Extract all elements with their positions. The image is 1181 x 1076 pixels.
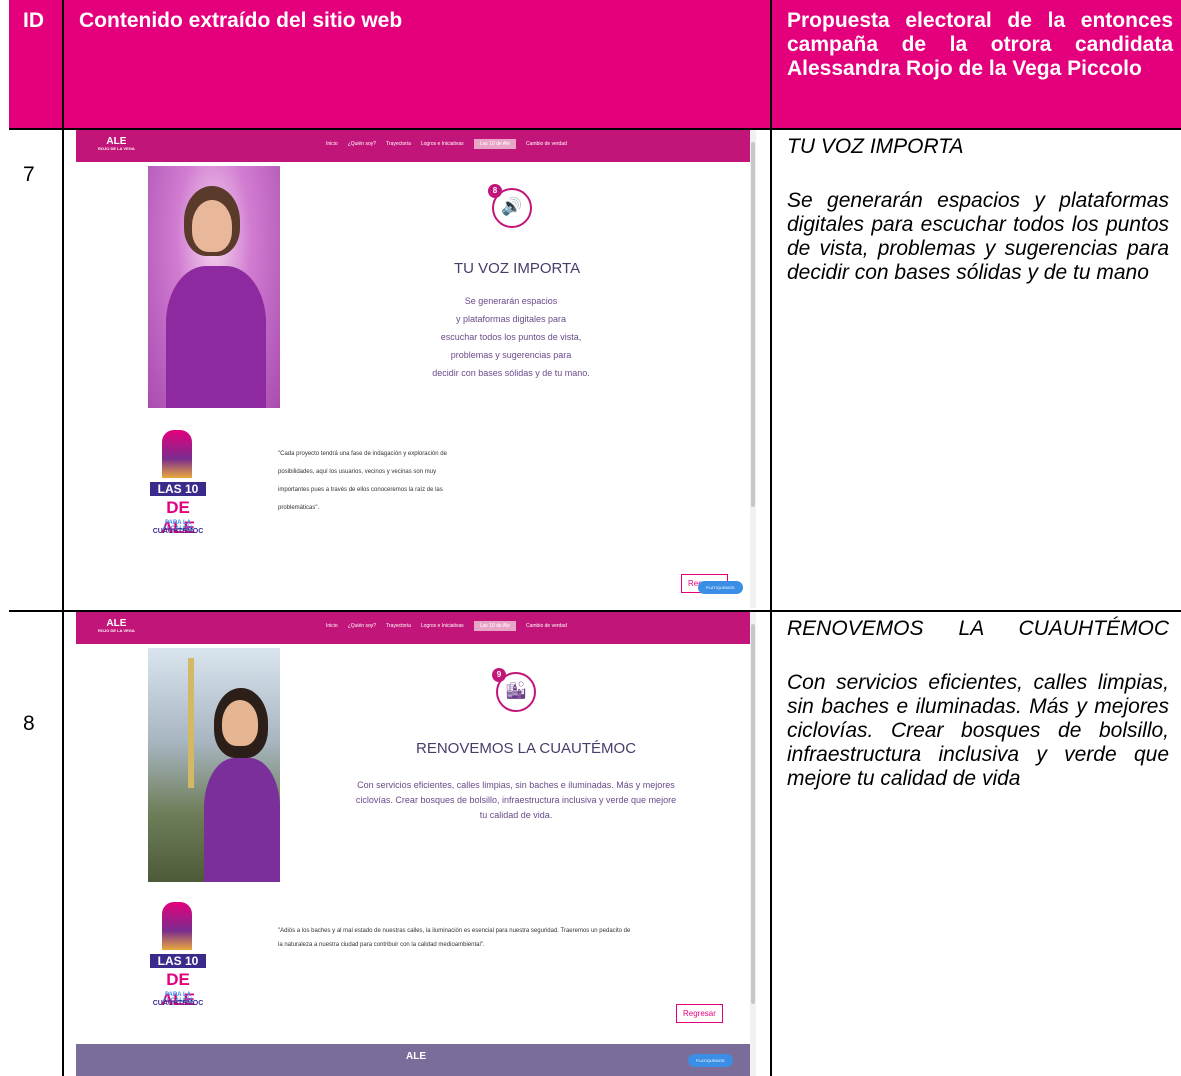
header-id: ID (9, 0, 62, 128)
proposal-badge: 9 🏙 (492, 668, 536, 712)
nav-item: Logros e Iniciativas (420, 623, 464, 629)
screenshot-body: Con servicios eficientes, calles limpias… (355, 780, 677, 820)
screenshot-title: TU VOZ IMPORTA (454, 260, 581, 277)
chat-button[interactable]: PLATIQUEMOS (688, 1054, 733, 1067)
candidate-photo (148, 648, 280, 882)
grid-line (770, 0, 772, 1076)
header-proposal: Propuesta electoral de la entonces campa… (772, 0, 1181, 128)
header-content: Contenido extraído del sitio web (64, 0, 770, 128)
nav-item: Inicio (326, 623, 338, 629)
scrollbar[interactable] (750, 130, 756, 608)
proposals-table: ID Contenido extraído del sitio web Prop… (9, 0, 1181, 1076)
screenshot-body: Se generarán espacios y plataformas digi… (432, 296, 590, 378)
nav-item-active: Las 10 de Ale (473, 139, 516, 149)
scrollbar[interactable] (750, 612, 756, 1076)
nav-item: Cambio de verdad (526, 141, 567, 147)
badge-number: 9 (492, 668, 506, 682)
grid-line (62, 0, 64, 1076)
nav-item: Trayectoria (386, 623, 411, 629)
proposal-text: Se generarán espacios y plataformas digi… (787, 189, 1169, 284)
nav-item: Cambio de verdad (526, 623, 567, 629)
back-button[interactable]: Regresar (676, 1004, 723, 1023)
screenshot-quote: "Adiós a los baches y al mal estado de n… (278, 928, 631, 948)
city-tree-icon: 🏙 (505, 681, 527, 700)
footer-logo: ALE (406, 1051, 426, 1062)
nav-item: Inicio (326, 141, 338, 147)
badge-number: 8 (488, 184, 502, 198)
website-screenshot: ALE ROJO DE LA VEGA Inicio ¿Quién soy? Tr… (76, 130, 756, 608)
monument-graphic (162, 430, 192, 478)
nav-item: ¿Quién soy? (347, 623, 377, 629)
site-nav: Inicio ¿Quién soy? Trayectoria Logros e … (326, 621, 567, 631)
proposal-badge: 8 🔊 (488, 184, 532, 228)
proposal-title: TU VOZ IMPORTA (787, 135, 964, 158)
row-id: 8 (23, 712, 35, 735)
proposal-cell: RENOVEMOS LA CUAUHTÉMOC Con servicios ef… (787, 617, 1169, 791)
site-navbar: ALE ROJO DE LA VEGA Inicio ¿Quién soy? Tr… (76, 612, 756, 644)
monument-column-shape (188, 658, 194, 788)
screenshot-title: RENOVEMOS LA CUAUTÉMOC (416, 740, 637, 757)
face-shape (192, 200, 232, 252)
screenshot-quote: "Cada proyecto tendrá una fase de indaga… (278, 451, 447, 511)
website-screenshot: ALE ROJO DE LA VEGA Inicio ¿Quién soy? Tr… (76, 612, 756, 1076)
chat-button[interactable]: PLATIQUEMOS (698, 581, 743, 594)
proposal-title: RENOVEMOS LA CUAUHTÉMOC (787, 617, 1169, 640)
site-footer: ALE PLATIQUEMOS (76, 1044, 756, 1076)
proposal-text: Con servicios eficientes, calles limpias… (787, 671, 1169, 790)
candidate-photo (148, 166, 280, 408)
site-navbar: ALE ROJO DE LA VEGA Inicio ¿Quién soy? Tr… (76, 130, 756, 162)
proposal-cell: TU VOZ IMPORTA Se generarán espacios y p… (787, 135, 1169, 285)
las10-poster: LAS 10 DE ALE PARA LA ALCALDÍA CUAUHTÉMO… (148, 902, 208, 1052)
las10-poster: LAS 10 DE ALE PARA LA ALCALDÍA CUAUHTÉMO… (148, 430, 208, 580)
nav-item: Logros e Iniciativas (420, 141, 464, 147)
nav-item: ¿Quién soy? (347, 141, 377, 147)
nav-item-active: Las 10 de Ale (473, 621, 516, 631)
site-logo: ALE ROJO DE LA VEGA (98, 618, 135, 634)
jacket-shape (166, 266, 266, 408)
blouse-shape (204, 758, 280, 882)
monument-graphic (162, 902, 192, 950)
site-nav: Inicio ¿Quién soy? Trayectoria Logros e … (326, 139, 567, 149)
face-shape (222, 700, 258, 746)
nav-item: Trayectoria (386, 141, 411, 147)
site-logo: ALE ROJO DE LA VEGA (98, 136, 135, 152)
speaker-icon: 🔊 (501, 197, 523, 216)
row-id: 7 (23, 163, 35, 186)
